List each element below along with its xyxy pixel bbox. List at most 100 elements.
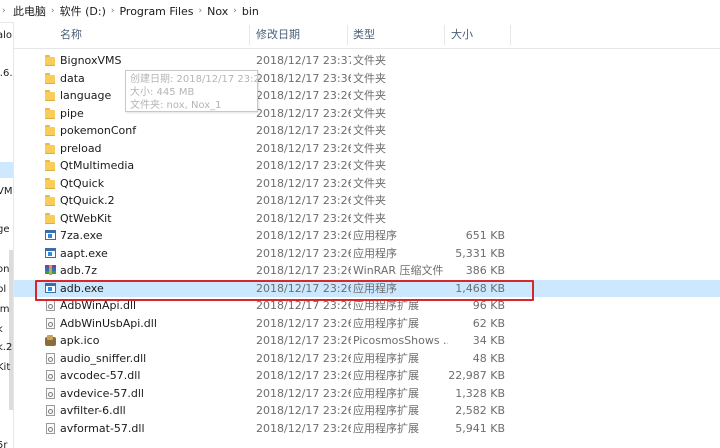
folder-icon <box>45 107 57 120</box>
table-row[interactable]: language 2018/12/17 23:26 文件夹 <box>14 87 720 105</box>
file-date: 2018/12/17 23:26 <box>256 404 351 417</box>
file-size: 2,582 KB <box>455 404 505 417</box>
breadcrumb-drive-d[interactable]: 软件 (D:) <box>57 3 109 19</box>
nav-item[interactable]: ge <box>0 224 13 235</box>
address-bar[interactable]: › 此电脑 › 软件 (D:) › Program Files › Nox › … <box>0 0 720 23</box>
file-name: apk.ico <box>60 334 100 347</box>
file-name: avdevice-57.dll <box>60 386 144 400</box>
table-row[interactable]: audio_sniffer.dll 2018/12/17 23:26 应用程序扩展 4… <box>14 350 720 368</box>
table-row[interactable]: avdevice-57.dll 2018/12/17 23:26 应用程序扩展 1,3… <box>14 385 720 403</box>
table-row[interactable]: QtQuick.2 2018/12/17 23:26 文件夹 <box>14 192 720 210</box>
folder-icon <box>45 55 57 67</box>
dll-icon <box>45 317 57 330</box>
nav-item[interactable]: l.6. <box>0 68 13 79</box>
table-row[interactable]: 7za.exe 2018/12/17 23:26 应用程序 651 KB <box>14 227 720 245</box>
file-name: 7za.exe <box>60 229 103 242</box>
file-name: avfilter-6.dll <box>60 404 126 417</box>
nav-item[interactable]: Kit <box>0 362 13 373</box>
dll-icon <box>45 370 57 382</box>
file-date: 2018/12/17 23:26 <box>256 264 351 277</box>
file-name: QtMultimedia <box>60 159 135 172</box>
file-type: 应用程序扩展 <box>353 351 419 365</box>
file-type: 文件夹 <box>353 124 386 137</box>
folder-icon <box>45 125 57 137</box>
column-header-type[interactable]: 类型 <box>353 22 375 48</box>
chevron-right-icon[interactable]: › <box>231 6 239 16</box>
table-row[interactable]: QtWebKit 2018/12/17 23:26 文件夹 <box>14 210 720 228</box>
exe-icon <box>45 230 57 242</box>
file-list: BignoxVMS 2018/12/17 23:37 文件夹 data 2018/12/… <box>14 52 720 437</box>
breadcrumb-bin[interactable]: bin <box>239 5 262 18</box>
chevron-right-icon[interactable]: › <box>197 6 205 16</box>
table-row[interactable]: adb.7z 2018/12/17 23:26 WinRAR 压缩文件 386 KB <box>14 262 720 280</box>
file-name: AdbWinUsbApi.dll <box>60 316 157 330</box>
file-date: 2018/12/17 23:26 <box>256 316 351 330</box>
file-name: avcodec-57.dll <box>60 369 141 382</box>
table-row[interactable]: QtMultimedia 2018/12/17 23:26 文件夹 <box>14 157 720 175</box>
dll-icon <box>45 422 57 435</box>
file-size: 5,941 KB <box>455 421 505 435</box>
file-type: 应用程序 <box>353 229 397 242</box>
tooltip-folders: 文件夹: nox, Nox_1 <box>130 100 222 111</box>
table-row[interactable]: data 2018/12/17 23:36 文件夹 <box>14 70 720 88</box>
column-header-date[interactable]: 修改日期 <box>256 22 300 48</box>
nav-item[interactable]: k <box>0 324 13 335</box>
navigation-pane[interactable]: alo l.6. VMS ge on bl im k k.2 Kit 5r <box>0 22 14 448</box>
nav-item[interactable]: on <box>0 264 13 275</box>
dll-icon <box>45 387 57 400</box>
column-header-row: 名称 修改日期 类型 大小 <box>14 22 720 49</box>
breadcrumb-program-files[interactable]: Program Files <box>116 5 196 18</box>
file-name: QtQuick <box>60 176 105 190</box>
table-row[interactable]: avcodec-57.dll 2018/12/17 23:26 应用程序扩展 22,9… <box>14 367 720 385</box>
column-divider[interactable] <box>249 25 250 45</box>
breadcrumb-nox[interactable]: Nox <box>204 5 231 18</box>
folder-icon <box>45 212 57 225</box>
file-size: 22,987 KB <box>448 369 505 382</box>
file-size: 651 KB <box>465 229 505 242</box>
file-date: 2018/12/17 23:26 <box>256 141 351 155</box>
table-row[interactable]: pokemonConf 2018/12/17 23:26 文件夹 <box>14 122 720 140</box>
file-date: 2018/12/17 23:26 <box>256 229 351 242</box>
table-row[interactable]: AdbWinUsbApi.dll 2018/12/17 23:26 应用程序扩展 62… <box>14 315 720 333</box>
file-date: 2018/12/17 23:26 <box>256 334 351 347</box>
file-name: preload <box>60 141 102 155</box>
table-row[interactable]: aapt.exe 2018/12/17 23:26 应用程序 5,331 KB <box>14 245 720 263</box>
file-type: 文件夹 <box>353 141 386 155</box>
table-row[interactable]: BignoxVMS 2018/12/17 23:37 文件夹 <box>14 52 720 70</box>
file-name: aapt.exe <box>60 246 108 260</box>
file-type: PicosmosShows ... <box>353 334 448 347</box>
nav-item[interactable]: VMS <box>0 186 13 197</box>
table-row[interactable]: QtQuick 2018/12/17 23:26 文件夹 <box>14 175 720 193</box>
folder-icon <box>45 177 57 190</box>
column-header-size[interactable]: 大小 <box>451 22 473 48</box>
folder-icon <box>45 160 57 172</box>
column-divider[interactable] <box>510 25 511 45</box>
nav-item[interactable]: bl <box>0 284 13 295</box>
file-size: 62 KB <box>472 316 505 330</box>
breadcrumb-this-pc[interactable]: 此电脑 <box>10 3 49 19</box>
column-header-name[interactable]: 名称 <box>60 22 82 48</box>
table-row[interactable]: apk.ico 2018/12/17 23:26 PicosmosShows ...… <box>14 332 720 350</box>
nav-item[interactable]: im <box>0 304 13 315</box>
nav-item[interactable]: k.2 <box>0 342 13 353</box>
chevron-right-icon[interactable]: › <box>109 6 117 16</box>
table-row[interactable]: pipe 2018/12/17 23:26 文件夹 <box>14 105 720 123</box>
table-row[interactable]: avfilter-6.dll 2018/12/17 23:26 应用程序扩展 2,58… <box>14 402 720 420</box>
column-divider[interactable] <box>444 25 445 45</box>
highlight-box <box>35 280 534 301</box>
table-row[interactable]: preload 2018/12/17 23:26 文件夹 <box>14 140 720 158</box>
file-date: 2018/12/17 23:26 <box>256 176 351 190</box>
table-row[interactable]: avformat-57.dll 2018/12/17 23:26 应用程序扩展 5,9… <box>14 420 720 438</box>
file-type: 文件夹 <box>353 106 386 120</box>
folder-icon <box>45 90 57 102</box>
nav-item[interactable]: alo <box>0 30 13 41</box>
file-date: 2018/12/17 23:36 <box>256 71 351 85</box>
file-size: 34 KB <box>472 334 505 347</box>
dll-icon <box>45 300 57 312</box>
file-type: 应用程序 <box>353 246 397 260</box>
column-divider[interactable] <box>347 25 348 45</box>
chevron-right-icon[interactable]: › <box>49 6 57 16</box>
nav-item[interactable]: 5r <box>0 440 13 448</box>
folder-tooltip: 创建日期: 2018/12/17 23:27 大小: 445 MB 文件夹: n… <box>125 70 258 112</box>
file-date: 2018/12/17 23:26 <box>256 386 351 400</box>
